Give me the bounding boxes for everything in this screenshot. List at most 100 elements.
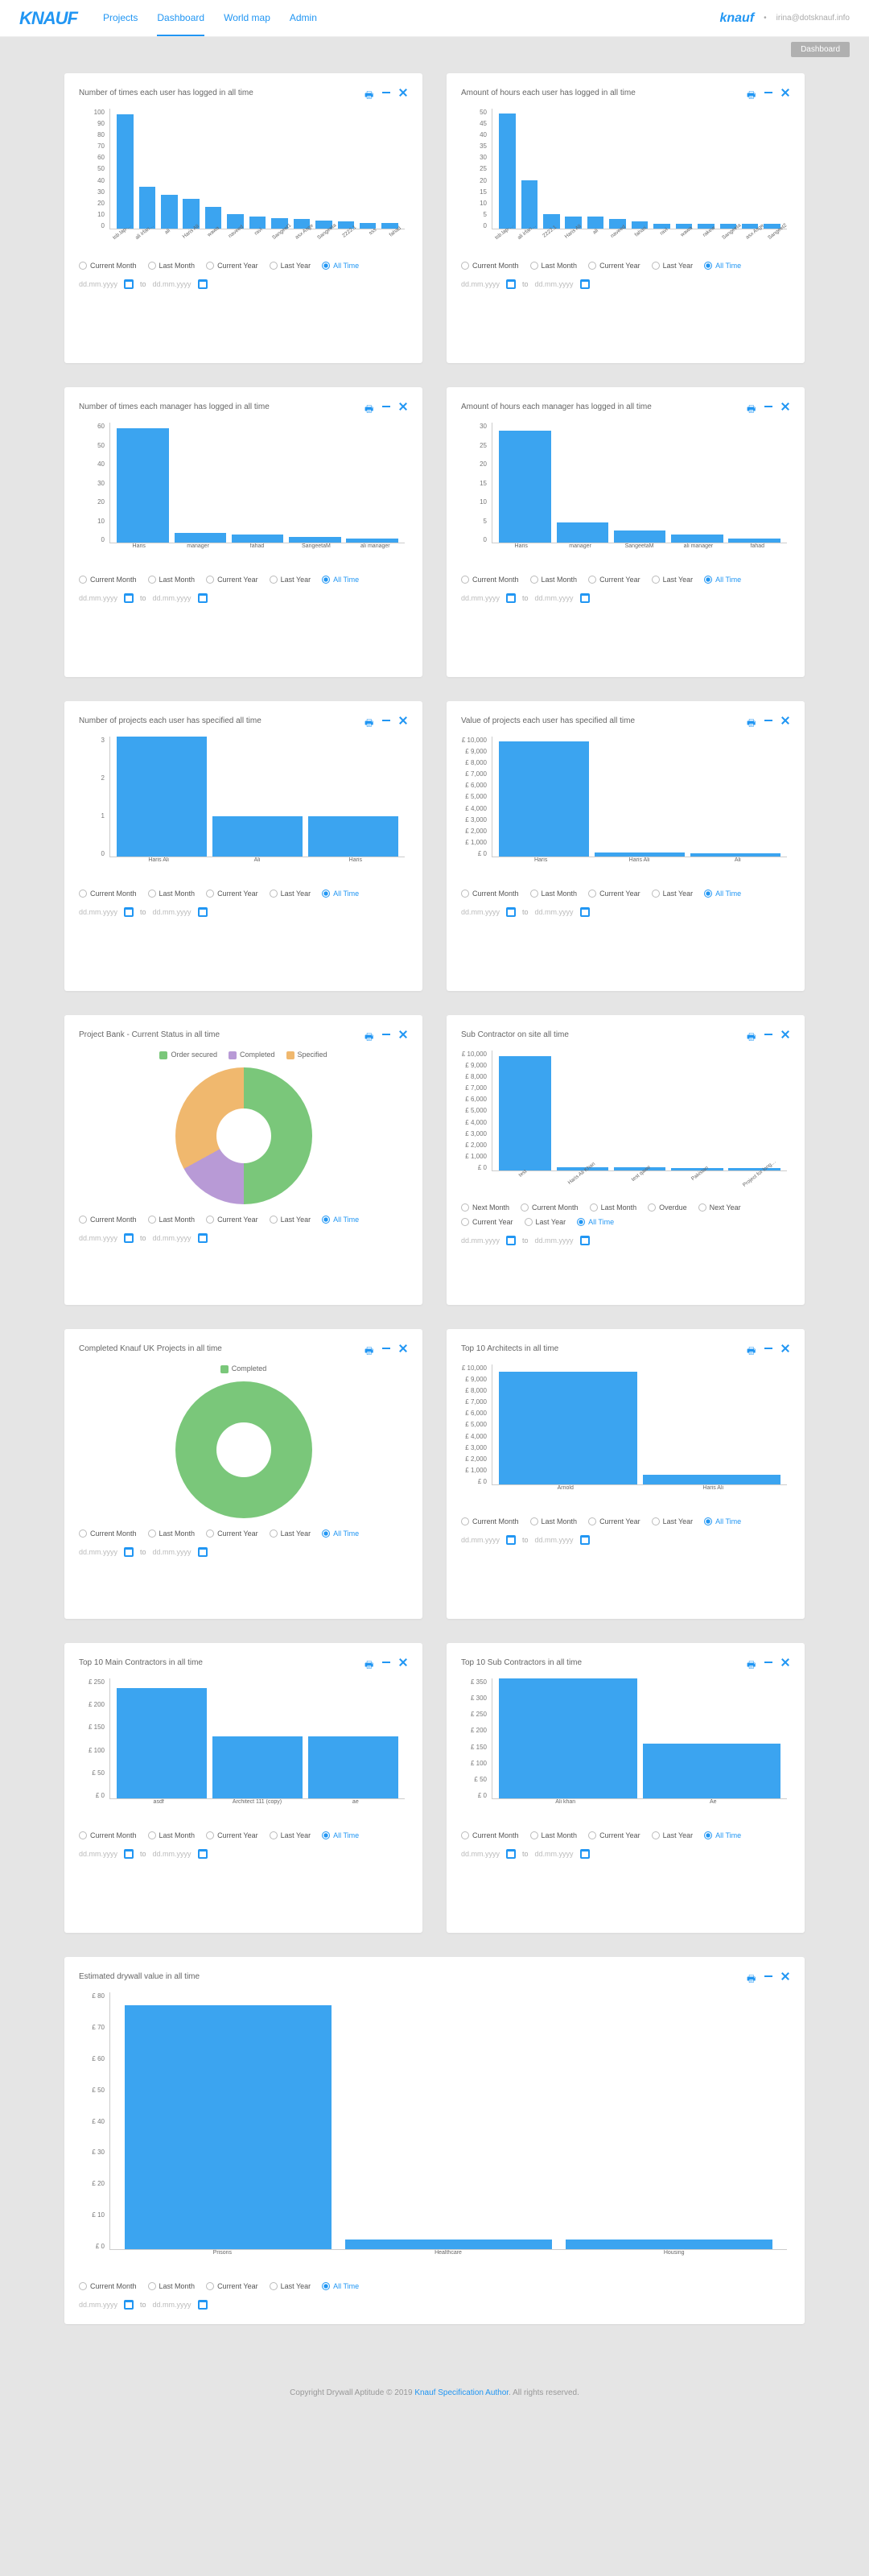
print-icon[interactable] <box>747 716 756 725</box>
filter-last-year[interactable]: Last Year <box>270 576 311 584</box>
calendar-icon[interactable] <box>198 1849 208 1859</box>
close-icon[interactable] <box>780 716 790 725</box>
filter-current-month[interactable]: Current Month <box>461 1831 519 1839</box>
date-from[interactable]: dd.mm.yyyy <box>79 908 117 916</box>
filter-last-month[interactable]: Last Month <box>530 1831 578 1839</box>
print-icon[interactable] <box>747 1657 756 1667</box>
calendar-icon[interactable] <box>124 279 134 289</box>
print-icon[interactable] <box>747 88 756 97</box>
calendar-icon[interactable] <box>506 907 516 917</box>
calendar-icon[interactable] <box>580 279 590 289</box>
calendar-icon[interactable] <box>580 1849 590 1859</box>
filter-all-time[interactable]: All Time <box>322 1530 359 1538</box>
date-from[interactable]: dd.mm.yyyy <box>461 594 500 602</box>
filter-current-year[interactable]: Current Year <box>588 1517 640 1525</box>
minimize-icon[interactable] <box>382 92 390 93</box>
filter-last-year[interactable]: Last Year <box>652 1517 694 1525</box>
filter-last-month[interactable]: Last Month <box>530 262 578 270</box>
filter-current-month[interactable]: Current Month <box>79 890 137 898</box>
calendar-icon[interactable] <box>198 907 208 917</box>
close-icon[interactable] <box>398 88 408 97</box>
filter-all-time[interactable]: All Time <box>704 576 741 584</box>
calendar-icon[interactable] <box>124 1849 134 1859</box>
date-to[interactable]: dd.mm.yyyy <box>153 1548 192 1556</box>
filter-current-year[interactable]: Current Year <box>588 576 640 584</box>
filter-all-time[interactable]: All Time <box>322 262 359 270</box>
calendar-icon[interactable] <box>580 907 590 917</box>
filter-last-year[interactable]: Last Year <box>525 1218 566 1226</box>
close-icon[interactable] <box>398 1657 408 1667</box>
filter-all-time[interactable]: All Time <box>577 1218 614 1226</box>
filter-last-year[interactable]: Last Year <box>652 1831 694 1839</box>
filter-last-month[interactable]: Last Month <box>148 262 196 270</box>
filter-overdue[interactable]: Overdue <box>648 1203 687 1212</box>
print-icon[interactable] <box>364 716 374 725</box>
date-to[interactable]: dd.mm.yyyy <box>535 594 574 602</box>
calendar-icon[interactable] <box>124 1233 134 1243</box>
filter-current-year[interactable]: Current Year <box>206 1831 258 1839</box>
date-from[interactable]: dd.mm.yyyy <box>461 908 500 916</box>
close-icon[interactable] <box>780 402 790 411</box>
nav-projects[interactable]: Projects <box>103 1 138 36</box>
calendar-icon[interactable] <box>580 1236 590 1245</box>
filter-last-year[interactable]: Last Year <box>652 890 694 898</box>
minimize-icon[interactable] <box>764 1034 772 1035</box>
filter-next-year[interactable]: Next Year <box>698 1203 741 1212</box>
calendar-icon[interactable] <box>198 593 208 603</box>
calendar-icon[interactable] <box>198 1233 208 1243</box>
date-from[interactable]: dd.mm.yyyy <box>461 1536 500 1544</box>
filter-current-month[interactable]: Current Month <box>79 1216 137 1224</box>
filter-last-year[interactable]: Last Year <box>270 1530 311 1538</box>
filter-all-time[interactable]: All Time <box>322 890 359 898</box>
filter-last-year[interactable]: Last Year <box>270 1216 311 1224</box>
print-icon[interactable] <box>364 1344 374 1353</box>
minimize-icon[interactable] <box>382 720 390 721</box>
print-icon[interactable] <box>364 1657 374 1667</box>
date-from[interactable]: dd.mm.yyyy <box>79 2301 117 2309</box>
filter-current-month[interactable]: Current Month <box>79 576 137 584</box>
filter-all-time[interactable]: All Time <box>704 262 741 270</box>
calendar-icon[interactable] <box>506 1849 516 1859</box>
close-icon[interactable] <box>780 88 790 97</box>
filter-current-year[interactable]: Current Year <box>206 1530 258 1538</box>
filter-all-time[interactable]: All Time <box>704 1831 741 1839</box>
filter-current-month[interactable]: Current Month <box>79 1530 137 1538</box>
date-from[interactable]: dd.mm.yyyy <box>79 280 117 288</box>
date-from[interactable]: dd.mm.yyyy <box>461 1850 500 1858</box>
filter-current-year[interactable]: Current Year <box>588 262 640 270</box>
calendar-icon[interactable] <box>506 279 516 289</box>
filter-last-year[interactable]: Last Year <box>652 262 694 270</box>
print-icon[interactable] <box>364 402 374 411</box>
calendar-icon[interactable] <box>506 1535 516 1545</box>
minimize-icon[interactable] <box>382 1348 390 1349</box>
minimize-icon[interactable] <box>764 1662 772 1663</box>
filter-all-time[interactable]: All Time <box>322 1216 359 1224</box>
minimize-icon[interactable] <box>382 1662 390 1663</box>
date-to[interactable]: dd.mm.yyyy <box>535 1536 574 1544</box>
close-icon[interactable] <box>398 402 408 411</box>
filter-last-year[interactable]: Last Year <box>652 576 694 584</box>
calendar-icon[interactable] <box>506 1236 516 1245</box>
footer-link[interactable]: Knauf Specification Author <box>414 2388 509 2397</box>
filter-last-month[interactable]: Last Month <box>148 890 196 898</box>
filter-last-year[interactable]: Last Year <box>270 890 311 898</box>
minimize-icon[interactable] <box>764 1348 772 1349</box>
filter-current-month[interactable]: Current Month <box>79 2282 137 2290</box>
print-icon[interactable] <box>364 88 374 97</box>
date-to[interactable]: dd.mm.yyyy <box>153 908 192 916</box>
filter-current-month[interactable]: Current Month <box>461 1517 519 1525</box>
date-to[interactable]: dd.mm.yyyy <box>153 1234 192 1242</box>
filter-all-time[interactable]: All Time <box>704 1517 741 1525</box>
close-icon[interactable] <box>780 1657 790 1667</box>
nav-worldmap[interactable]: World map <box>224 1 270 36</box>
close-icon[interactable] <box>780 1344 790 1353</box>
filter-current-month[interactable]: Current Month <box>79 1831 137 1839</box>
minimize-icon[interactable] <box>382 406 390 407</box>
date-from[interactable]: dd.mm.yyyy <box>79 1548 117 1556</box>
date-from[interactable]: dd.mm.yyyy <box>79 1850 117 1858</box>
filter-current-year[interactable]: Current Year <box>461 1218 513 1226</box>
nav-dashboard[interactable]: Dashboard <box>157 1 204 36</box>
filter-last-month[interactable]: Last Month <box>148 1530 196 1538</box>
minimize-icon[interactable] <box>382 1034 390 1035</box>
date-to[interactable]: dd.mm.yyyy <box>535 280 574 288</box>
